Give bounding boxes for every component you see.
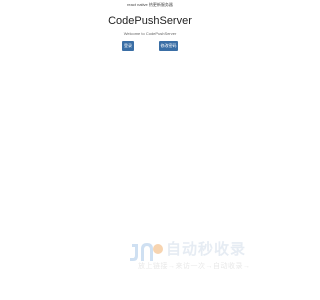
watermark-logo-icon [130,243,163,261]
watermark: 自动秒收录 放上链接→来访一次→自动收录→ [128,240,288,276]
watermark-tagline: 放上链接→来访一次→自动收录→ [138,263,251,270]
change-password-button[interactable]: 修改密码 [159,41,178,51]
watermark-brand: 自动秒收录 [166,241,247,258]
page: react native 热更新服务器 CodePushServer Welco… [0,0,300,300]
login-button[interactable]: 登录 [122,41,134,51]
welcome-text: Welcome to CodePushServer [123,31,177,36]
page-title: CodePushServer [108,15,192,27]
top-text: react native 热更新服务器 [127,2,173,7]
